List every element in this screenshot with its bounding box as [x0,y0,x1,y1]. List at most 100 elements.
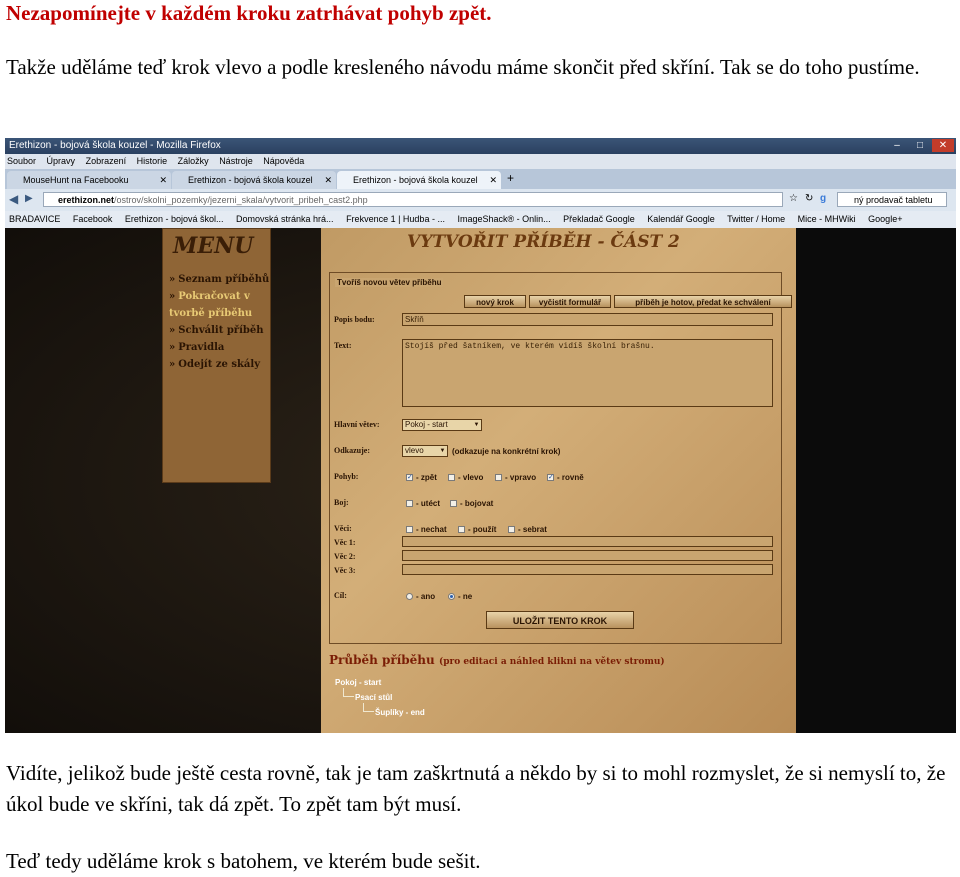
main-branch-value: Pokoj - start [405,420,448,429]
bookmark-item[interactable]: ImageShack® - Onlin... [457,214,550,224]
option-label: - vlevo [458,473,484,482]
label-pohyb: Pohyb: [334,472,359,481]
story-tree-heading: Průběh příběhu (pro editaci a náhled kli… [329,653,665,667]
main-branch-select[interactable]: Pokoj - start ▼ [402,419,482,431]
close-icon[interactable]: ✕ [932,139,954,152]
search-field[interactable]: ný prodavač tabletu [837,192,947,207]
save-step-button[interactable]: ULOŽIT TENTO KROK [486,611,634,629]
item3-input[interactable] [402,564,773,575]
menu-item[interactable]: Historie [137,156,168,166]
radio-no[interactable] [448,593,455,600]
tab-close-icon[interactable]: ✕ [159,171,167,189]
item2-input[interactable] [402,550,773,561]
after-paragraph-2: Teď tedy uděláme krok s batohem, ve kter… [6,849,481,873]
bookmark-item[interactable]: Domovská stránka hrá... [236,214,334,224]
checkbox-fight[interactable] [450,500,457,507]
label-boj: Boj: [334,498,349,507]
bookmark-item[interactable]: Kalendář Google [647,214,715,224]
after-paragraph-1: Vidíte, jelikož bude ještě cesta rovně, … [6,761,946,816]
clear-form-button[interactable]: vyčistit formulář [529,295,611,308]
tab[interactable]: Erethizon - bojová škola kouzel ✕ [172,171,336,189]
label-veci: Věci: [334,524,352,533]
checkbox-right[interactable] [495,474,502,481]
checkbox-use[interactable] [458,526,465,533]
menu-link[interactable]: » Schválit příběh [169,322,270,339]
tab-label: Erethizon - bojová škola kouzel [188,175,313,185]
menu-item[interactable]: Nástroje [219,156,253,166]
link-note: (odkazuje na konkrétní krok) [452,447,561,456]
menu-bar: Soubor Úpravy Zobrazení Historie Záložky… [5,154,956,169]
maximize-icon[interactable]: □ [909,139,931,152]
url-path: /ostrov/skolni_pozemky/jezerni_skala/vyt… [114,195,368,205]
reload-icon[interactable]: ↻ [805,193,813,204]
checkbox-take[interactable] [508,526,515,533]
checkbox-leave[interactable] [406,526,413,533]
tab-active[interactable]: Erethizon - bojová škola kouzel ✕ [337,171,501,189]
new-step-button[interactable]: nový krok [464,295,526,308]
google-icon: g [820,193,827,204]
option-label: - sebrat [518,525,547,534]
back-icon[interactable]: ◀ [9,192,18,206]
menu-item[interactable]: Zobrazení [86,156,127,166]
tree-node[interactable]: Pokoj - start [335,678,381,687]
finish-story-button[interactable]: příběh je hotov, předat ke schválení [614,295,792,308]
tree-node[interactable]: Šuplíky - end [375,708,425,717]
bookmark-item[interactable]: BRADAVICE [9,214,60,224]
bookmark-star-icon[interactable]: ☆ [789,193,798,204]
checkbox-back[interactable]: ✓ [406,474,413,481]
bookmark-item[interactable]: Google+ [868,214,902,224]
checkbox-flee[interactable] [406,500,413,507]
option-label: - ano [416,592,436,601]
option-label: - utéct [416,499,440,508]
tab-bar: MouseHunt na Facebooku ✕ Erethizon - bojo… [5,169,956,189]
bookmark-item[interactable]: Překladač Google [563,214,635,224]
page-title: VYTVOŘIT PŘÍBĚH - ČÁST 2 [407,232,680,252]
bookmark-item[interactable]: Twitter / Home [727,214,785,224]
option-label: - nechat [416,525,447,534]
intro-paragraph: Takže uděláme teď krok vlevo a podle kre… [6,55,920,79]
text-area[interactable]: Stojíš před šatníkem, ve kterém vidíš šk… [402,339,773,407]
checkbox-straight[interactable]: ✓ [547,474,554,481]
story-form: Tvoříš novou větev příběhu nový krok vyč… [329,272,792,644]
link-value: vlevo [405,446,424,455]
forward-icon[interactable]: ▶ [25,193,33,204]
menu-item[interactable]: Soubor [7,156,36,166]
web-page: MENU » Seznam příběhů » Pokračovat v tvorb… [5,228,956,733]
label-cil: Cíl: [334,591,347,600]
document-top: Nezapomínejte v každém kroku zatrhávat p… [6,0,954,83]
checkbox-left[interactable] [448,474,455,481]
label-vec3: Věc 3: [334,566,356,575]
window-title: Erethizon - bojová škola kouzel - Mozill… [9,140,221,151]
menu-link-active[interactable]: » Pokračovat v tvorbě příběhu [169,288,259,322]
label-odkazuje: Odkazuje: [334,446,370,455]
option-label: - zpět [416,473,437,482]
tab-close-icon[interactable]: ✕ [489,171,497,189]
radio-yes[interactable] [406,593,413,600]
menu-link[interactable]: » Seznam příběhů [169,271,270,288]
bookmark-item[interactable]: Frekvence 1 | Hudba - ... [346,214,445,224]
bookmark-item[interactable]: Mice - MHWiki [798,214,856,224]
minimize-icon[interactable]: – [886,139,908,152]
navigation-bar: ◀ ▶ erethizon.net/ostrov/skolni_pozemky/… [5,189,956,211]
tab-close-icon[interactable]: ✕ [324,171,332,189]
chevron-down-icon: ▼ [438,446,447,456]
tab[interactable]: MouseHunt na Facebooku ✕ [7,171,171,189]
item1-input[interactable] [402,536,773,547]
popis-input[interactable]: Skříň [402,313,773,326]
label-vec2: Věc 2: [334,552,356,561]
menu-link[interactable]: » Pravidla [169,339,270,356]
menu-item[interactable]: Záložky [178,156,209,166]
menu-link[interactable]: » Odejít ze skály [169,356,270,373]
label-text: Text: [334,341,352,350]
bookmark-item[interactable]: Facebook [73,214,113,224]
new-tab-button[interactable]: + [507,171,514,185]
menu-item[interactable]: Nápověda [263,156,304,166]
tree-node[interactable]: Psací stůl [355,693,392,702]
link-select[interactable]: vlevo ▼ [402,445,448,457]
url-field[interactable]: erethizon.net/ostrov/skolni_pozemky/jeze… [43,192,783,207]
bookmark-item[interactable]: Erethizon - bojová škol... [125,214,224,224]
menu-item[interactable]: Úpravy [47,156,76,166]
tree-connector [343,688,354,697]
window-titlebar: Erethizon - bojová škola kouzel - Mozill… [5,138,956,154]
form-legend: Tvoříš novou větev příběhu [335,278,444,287]
